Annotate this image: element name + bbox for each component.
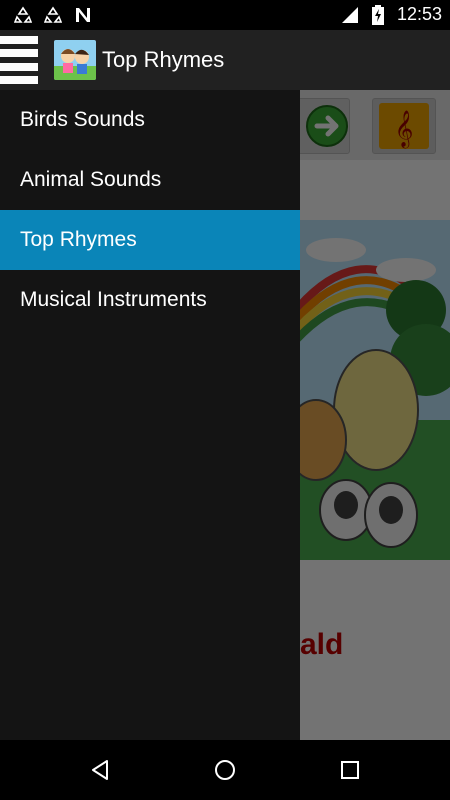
recents-icon[interactable] — [336, 756, 364, 784]
app-logo-icon — [54, 40, 96, 80]
hamburger-menu-icon[interactable] — [0, 36, 38, 84]
app-bar: Top Rhymes — [0, 30, 450, 90]
drawer-item-birds-sounds[interactable]: Birds Sounds — [0, 90, 300, 150]
wifi-icon — [341, 6, 359, 24]
drawer-item-animal-sounds[interactable]: Animal Sounds — [0, 150, 300, 210]
battery-charging-icon — [369, 4, 387, 25]
navigation-drawer: Birds Sounds Animal Sounds Top Rhymes Mu… — [0, 90, 300, 740]
drawer-item-top-rhymes[interactable]: Top Rhymes — [0, 210, 300, 270]
recycle-icon — [14, 6, 32, 24]
drawer-item-label: Top Rhymes — [20, 228, 137, 251]
app-title: Top Rhymes — [102, 47, 225, 72]
drawer-item-musical-instruments[interactable]: Musical Instruments — [0, 270, 300, 330]
n-notification-icon — [74, 6, 92, 24]
system-nav-bar — [0, 740, 450, 800]
status-bar: 12:53 — [0, 0, 450, 30]
drawer-item-label: Birds Sounds — [20, 108, 145, 131]
status-time: 12:53 — [396, 4, 442, 24]
home-icon[interactable] — [211, 756, 239, 784]
drawer-item-label: Musical Instruments — [20, 288, 207, 311]
back-icon[interactable] — [86, 756, 114, 784]
drawer-item-label: Animal Sounds — [20, 168, 162, 191]
recycle-icon — [44, 6, 62, 24]
